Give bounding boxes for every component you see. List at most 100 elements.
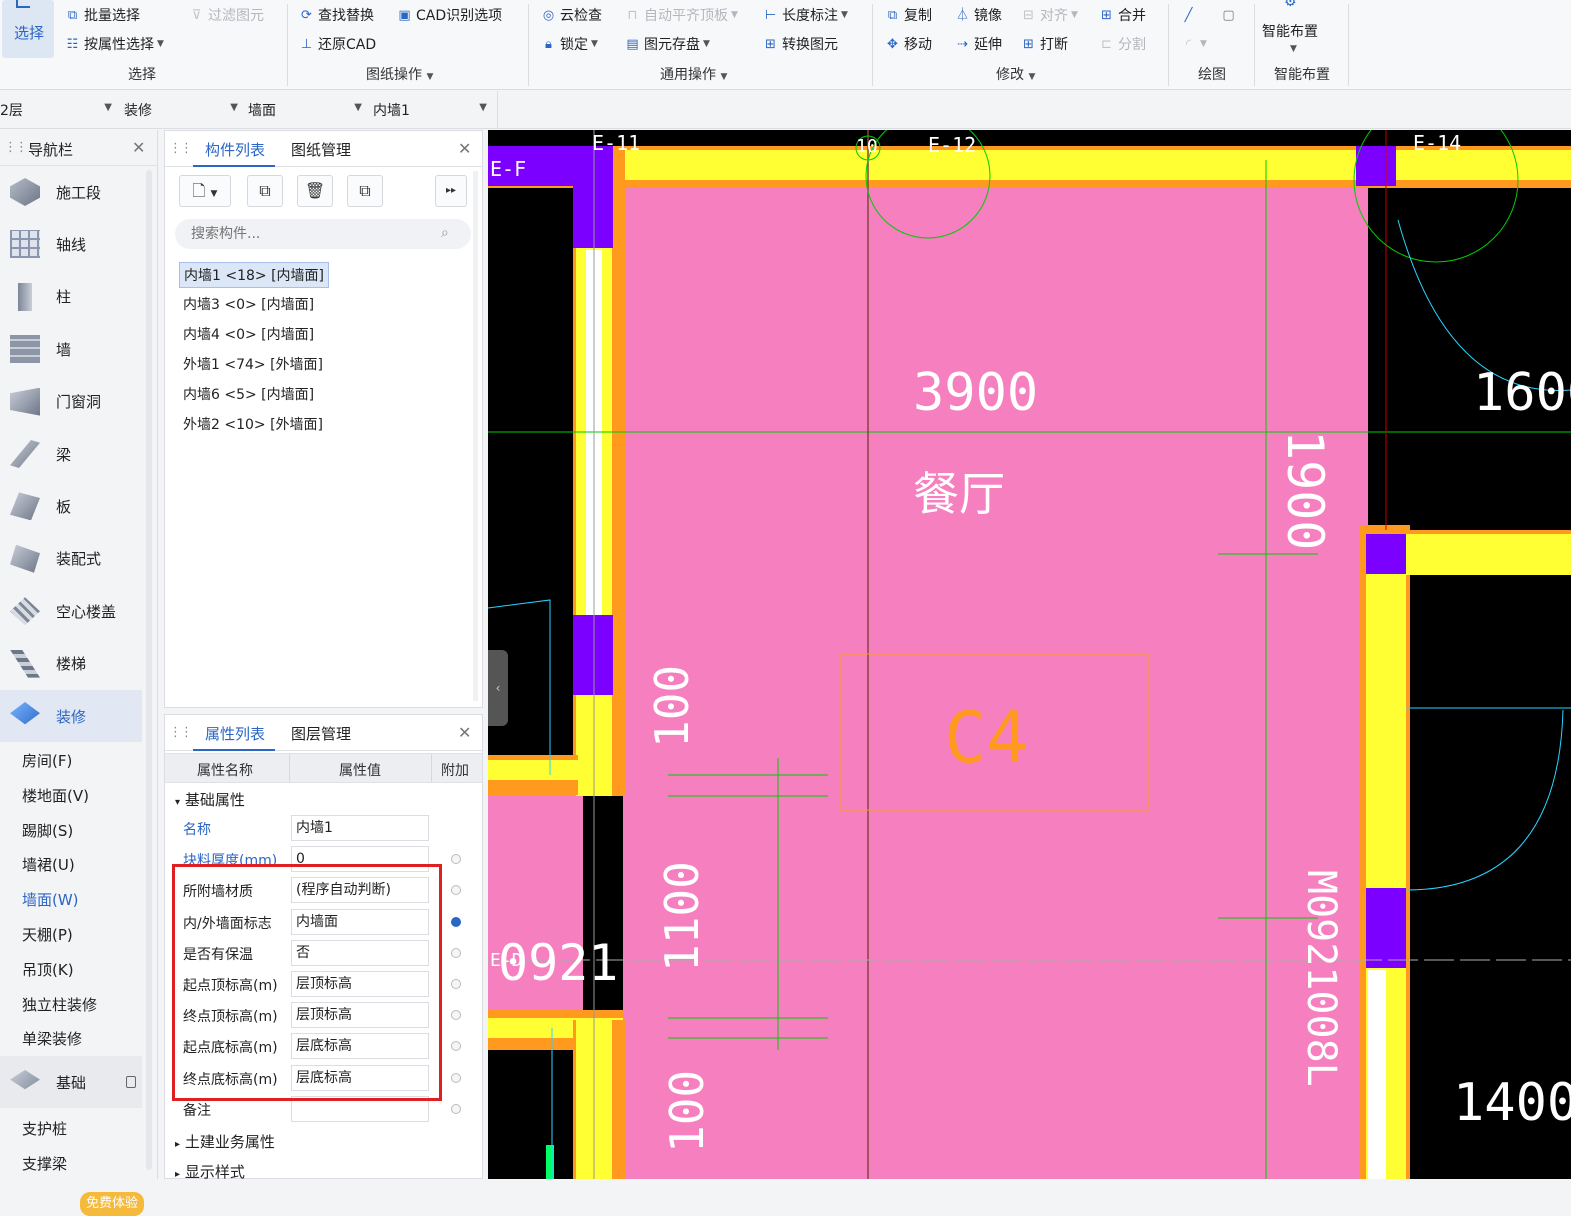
nav-item-hollow-floor[interactable]: 空心楼盖 bbox=[0, 585, 142, 637]
draw-arc-button[interactable]: ◜ ▼ bbox=[1180, 33, 1207, 55]
filter-element-button[interactable]: ⊽ 过滤图元 bbox=[188, 4, 264, 26]
extra-radio[interactable] bbox=[451, 1103, 461, 1114]
nav-sub-item[interactable]: 墙面(W) bbox=[22, 889, 79, 910]
nav-sub-item[interactable]: 吊顶(K) bbox=[22, 959, 74, 980]
nav-sub-item[interactable]: 天棚(P) bbox=[22, 924, 73, 945]
beam-icon bbox=[10, 440, 40, 468]
nav-sub-item[interactable]: 独立柱装修 bbox=[22, 994, 97, 1015]
component-item[interactable]: 内墙4 <0> [内墙面] bbox=[179, 322, 318, 348]
group-label-modify[interactable]: 修改 ▼ bbox=[996, 64, 1035, 84]
nav-sub-item[interactable]: 单梁装修 bbox=[22, 1028, 82, 1049]
nav-sub-item[interactable]: 房间(F) bbox=[22, 750, 72, 771]
mirror-button[interactable]: ⏃ 镜像 bbox=[954, 4, 1002, 26]
search-icon[interactable]: ⌕ bbox=[441, 225, 449, 241]
extra-radio[interactable] bbox=[451, 1041, 461, 1052]
section-basic-properties[interactable]: ▾ 基础属性 bbox=[175, 789, 245, 810]
nav-item-slab[interactable]: 板 bbox=[0, 480, 142, 532]
component-item[interactable]: 外墙1 <74> [外墙面] bbox=[179, 352, 327, 378]
floor-select[interactable]: 2层 ▼ bbox=[0, 99, 116, 121]
close-icon[interactable]: ✕ bbox=[458, 139, 471, 158]
close-icon[interactable]: ✕ bbox=[458, 723, 471, 742]
nav-item-wall[interactable]: 墙 bbox=[0, 323, 142, 375]
drawing-canvas[interactable]: E-11 10 E-12 E-14 E-F E-D 3900 1900 1600… bbox=[488, 130, 1571, 1179]
nav-item-stairs[interactable]: 楼梯 bbox=[0, 638, 142, 690]
select-tool-button[interactable]: 选择 bbox=[2, 0, 54, 58]
component-item[interactable]: 外墙2 <10> [外墙面] bbox=[179, 412, 327, 438]
nav-item-prefab[interactable]: 装配式 bbox=[0, 533, 142, 585]
select-by-attr-button[interactable]: ☷ 按属性选择 ▼ bbox=[64, 33, 164, 55]
free-trial-badge[interactable]: 免费体验 bbox=[80, 1192, 145, 1216]
store-element-button[interactable]: ▤ 图元存盘 ▼ bbox=[624, 33, 710, 55]
category-select[interactable]: 装修 ▼ bbox=[124, 99, 242, 121]
find-replace-button[interactable]: ⟳ 查找替换 bbox=[298, 4, 374, 26]
component-item[interactable]: 内墙1 <18> [内墙面] bbox=[179, 262, 330, 288]
more-button[interactable]: ▸▸ bbox=[435, 175, 467, 207]
section-civil-properties[interactable]: ▸ 土建业务属性 bbox=[175, 1131, 275, 1152]
move-button[interactable]: ✥ 移动 bbox=[884, 33, 932, 55]
lock-button[interactable]: 🔒︎ 锁定 ▼ bbox=[540, 33, 598, 55]
split-button[interactable]: ⊏ 分割 bbox=[1098, 33, 1146, 55]
extra-radio[interactable] bbox=[451, 854, 461, 865]
batch-select-button[interactable]: ⧉ 批量选择 bbox=[64, 4, 140, 26]
align-button[interactable]: ⊟ 对齐 ▼ bbox=[1020, 4, 1078, 26]
collapse-panel-handle[interactable]: ‹ bbox=[488, 650, 508, 726]
extra-radio[interactable] bbox=[451, 979, 461, 989]
nav-item-door-window[interactable]: 门窗洞 bbox=[0, 376, 142, 428]
grip-icon[interactable]: ⋮⋮ bbox=[169, 725, 193, 740]
search-input[interactable] bbox=[175, 219, 471, 249]
copy-button[interactable]: ⧉ 复制 bbox=[884, 4, 932, 26]
layer-copy-button[interactable]: ⧉ bbox=[347, 175, 383, 207]
length-dim-button[interactable]: ⊢ 长度标注 ▼ bbox=[762, 4, 848, 26]
header-extra: 附加 bbox=[441, 763, 469, 779]
new-component-button[interactable]: 🗋︎ ▼ bbox=[179, 175, 231, 207]
draw-line-button[interactable]: ╱ bbox=[1180, 4, 1197, 26]
nav-sub-item[interactable]: 墙裙(U) bbox=[22, 854, 75, 875]
cad-options-button[interactable]: ▣ CAD识别选项 bbox=[396, 4, 502, 26]
draw-rect-button[interactable]: ▢ bbox=[1220, 4, 1237, 26]
extra-radio[interactable] bbox=[451, 916, 461, 927]
tab-component-list[interactable]: 构件列表 bbox=[205, 139, 265, 160]
delete-component-button[interactable]: 🗑︎ bbox=[297, 175, 333, 207]
grip-icon[interactable]: ⋮⋮ bbox=[169, 141, 193, 156]
free-trial-text: 免费体验 bbox=[86, 1196, 139, 1211]
cloud-check-button[interactable]: ◎ 云检查 bbox=[540, 4, 602, 26]
component-item[interactable]: 内墙6 <5> [内墙面] bbox=[179, 382, 318, 408]
component-select[interactable]: 内墙1 ▼ bbox=[373, 99, 491, 121]
extra-radio[interactable] bbox=[451, 947, 461, 958]
extra-radio[interactable] bbox=[451, 1010, 461, 1021]
group-label-common[interactable]: 通用操作 ▼ bbox=[660, 64, 727, 84]
type-select[interactable]: 墙面 ▼ bbox=[248, 99, 366, 121]
auto-flat-button[interactable]: ⊓ 自动平齐顶板 ▼ bbox=[624, 4, 738, 26]
nav-sub-support-beam[interactable]: 支撑梁 bbox=[22, 1153, 67, 1174]
nav-sub-item[interactable]: 踢脚(S) bbox=[22, 820, 73, 841]
nav-sub-support-pile[interactable]: 支护桩 bbox=[22, 1118, 67, 1139]
extra-radio[interactable] bbox=[451, 885, 461, 896]
nav-item-beam[interactable]: 梁 bbox=[0, 428, 142, 480]
tab-drawing-management[interactable]: 图纸管理 bbox=[291, 139, 351, 160]
break-button[interactable]: ⊞ 打断 bbox=[1020, 33, 1068, 55]
merge-button[interactable]: ⊞ 合并 bbox=[1098, 4, 1146, 26]
tab-property-list[interactable]: 属性列表 bbox=[205, 723, 265, 744]
nav-item-foundation[interactable]: 基础 bbox=[0, 1056, 142, 1108]
smart-layout-button[interactable]: 智能布置 bbox=[1262, 20, 1318, 42]
restore-cad-button[interactable]: ⊥ 还原CAD bbox=[298, 33, 376, 55]
tab-layer-management[interactable]: 图层管理 bbox=[291, 723, 351, 744]
nav-item-construction-segment[interactable]: 施工段 bbox=[0, 166, 142, 218]
copy-component-button[interactable]: ⧉ bbox=[247, 175, 283, 207]
extra-radio[interactable] bbox=[451, 1072, 461, 1083]
nav-item-decoration[interactable]: 装修 bbox=[0, 690, 142, 742]
nav-item-axis-grid[interactable]: 轴线 bbox=[0, 218, 142, 270]
nav-sub-item[interactable]: 楼地面(V) bbox=[22, 785, 89, 806]
group-label-drawing[interactable]: 图纸操作 ▼ bbox=[366, 64, 433, 84]
property-value-field[interactable]: 内墙1 bbox=[291, 815, 429, 841]
component-item[interactable]: 内墙3 <0> [内墙面] bbox=[179, 292, 318, 318]
close-icon[interactable]: ✕ bbox=[132, 138, 145, 157]
convert-element-button[interactable]: ⊞ 转换图元 bbox=[762, 33, 838, 55]
nav-scrollbar[interactable] bbox=[146, 170, 152, 1170]
foundation-icon bbox=[10, 1070, 40, 1090]
cad-drawing[interactable]: E-11 10 E-12 E-14 E-F E-D 3900 1900 1600… bbox=[488, 130, 1571, 1179]
extend-button[interactable]: ⇢ 延伸 bbox=[954, 33, 1002, 55]
component-scrollbar[interactable] bbox=[473, 171, 478, 701]
grip-icon[interactable]: ⋮⋮ bbox=[4, 140, 28, 155]
nav-item-column[interactable]: 柱 bbox=[0, 271, 142, 323]
